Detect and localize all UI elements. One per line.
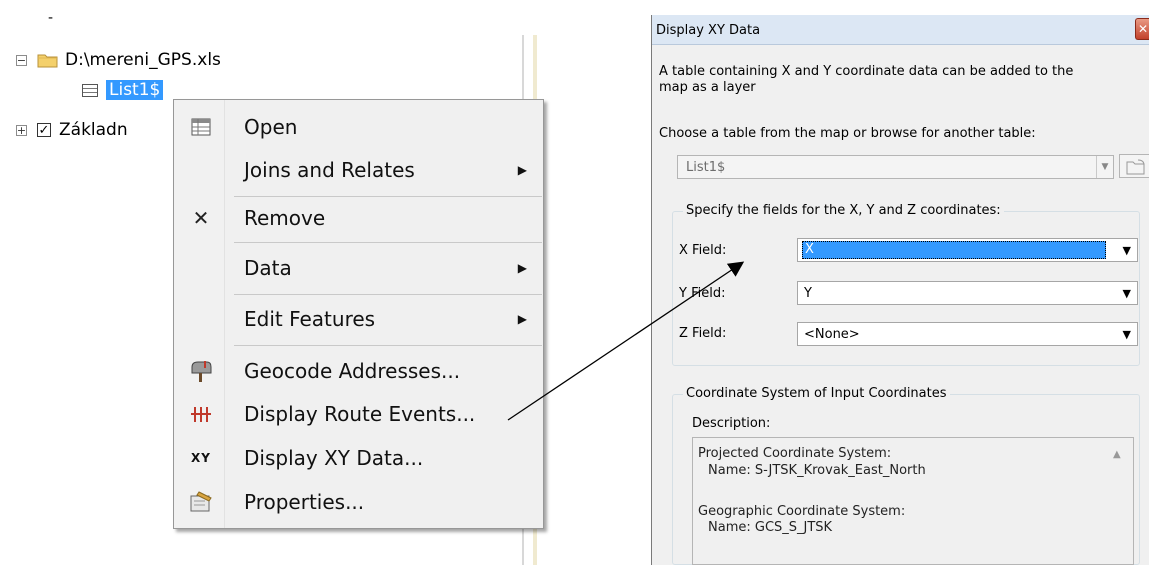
y-field-label: Y Field: (679, 286, 726, 301)
chevron-down-icon: ▼ (1122, 244, 1131, 257)
menu-item-label: Remove (244, 206, 326, 230)
browse-button[interactable] (1119, 154, 1149, 178)
z-field-label: Z Field: (679, 326, 727, 341)
layer-visibility-checkbox[interactable]: ✓ (37, 123, 51, 138)
dialog-title-bar[interactable]: Display XY Data ✕ (652, 15, 1149, 45)
menu-separator (234, 294, 542, 295)
menu-item-label: Joins and Relates (244, 158, 415, 182)
toc-item-label: Základn (59, 120, 128, 140)
table-icon (188, 114, 214, 140)
description-label: Description: (692, 416, 771, 431)
menu-item-label: Geocode Addresses... (244, 359, 461, 383)
toc-item-workbook[interactable]: − D:\mereni_GPS.xls (16, 48, 221, 72)
submenu-arrow-icon: ▶ (517, 163, 527, 177)
choose-table-label: Choose a table from the map or browse fo… (659, 126, 1036, 141)
table-select-value: List1$ (686, 159, 726, 175)
menu-item-route-events[interactable]: Display Route Events... (174, 392, 543, 436)
menu-item-display-xy[interactable]: XY Display XY Data... (174, 436, 543, 480)
toc-top-marker: - (48, 10, 54, 26)
menu-item-label: Properties... (244, 490, 365, 514)
toc-item-label-selected: List1$ (106, 80, 164, 100)
scroll-up-arrow-icon[interactable]: ▲ (1113, 449, 1121, 460)
properties-icon (188, 489, 214, 515)
menu-item-data[interactable]: Data ▶ (174, 246, 543, 290)
geographic-cs-name: Name: GCS_S_JTSK (708, 520, 833, 535)
menu-item-geocode[interactable]: Geocode Addresses... (174, 349, 543, 393)
route-events-icon (188, 401, 214, 427)
menu-item-label: Display XY Data... (244, 446, 424, 470)
submenu-arrow-icon: ▶ (517, 261, 527, 275)
x-field-value: X (802, 241, 1106, 259)
x-field-label: X Field: (679, 243, 727, 258)
toc-item-label: D:\mereni_GPS.xls (65, 50, 221, 70)
expand-icon[interactable]: + (16, 124, 27, 136)
coordinate-system-group-title: Coordinate System of Input Coordinates (683, 386, 950, 401)
menu-item-label: Display Route Events... (244, 402, 476, 426)
xy-data-icon: XY (191, 451, 211, 465)
chevron-down-icon: ▼ (1122, 328, 1131, 341)
chevron-down-icon: ▼ (1096, 156, 1113, 178)
table-icon (82, 83, 98, 97)
projected-cs-name: Name: S-JTSK_Krovak_East_North (708, 463, 926, 478)
z-field-select[interactable]: <None> ▼ (797, 322, 1138, 346)
menu-item-label: Data (244, 256, 292, 280)
geographic-cs-heading: Geographic Coordinate System: (698, 504, 906, 519)
menu-item-remove[interactable]: ✕ Remove (174, 196, 543, 240)
menu-item-open[interactable]: Open (174, 105, 543, 149)
menu-item-joins-relates[interactable]: Joins and Relates ▶ (174, 148, 543, 192)
menu-item-properties[interactable]: Properties... (174, 480, 543, 524)
menu-item-label: Edit Features (244, 307, 376, 331)
submenu-arrow-icon: ▶ (517, 312, 527, 326)
table-select[interactable]: List1$ ▼ (677, 155, 1114, 179)
dialog-title: Display XY Data (656, 23, 761, 38)
fields-group-title: Specify the fields for the X, Y and Z co… (683, 203, 1004, 218)
close-button[interactable]: ✕ (1135, 18, 1149, 40)
y-field-value: Y (804, 286, 812, 301)
context-menu: Open Joins and Relates ▶ ✕ Remove Data ▶… (173, 99, 544, 529)
folder-icon (37, 52, 59, 68)
dialog-intro-line1: A table containing X and Y coordinate da… (659, 64, 1074, 79)
toc-item-table[interactable]: List1$ (82, 78, 164, 102)
chevron-down-icon: ▼ (1122, 287, 1131, 300)
menu-item-label: Open (244, 115, 298, 139)
menu-separator (234, 345, 542, 346)
collapse-icon[interactable]: − (16, 54, 27, 66)
dialog-intro-line2: map as a layer (659, 80, 756, 95)
close-icon: ✕ (1137, 22, 1149, 36)
z-field-value: <None> (804, 327, 860, 342)
open-folder-icon (1126, 159, 1146, 179)
menu-item-edit-features[interactable]: Edit Features ▶ (174, 297, 543, 341)
geocode-mailbox-icon (188, 358, 214, 384)
menu-separator (234, 242, 542, 243)
projected-cs-heading: Projected Coordinate System: (698, 446, 892, 461)
remove-x-icon: ✕ (192, 206, 210, 230)
x-field-select[interactable]: X ▼ (797, 238, 1138, 262)
toc-item-layer[interactable]: + ✓ Základn (16, 118, 128, 142)
y-field-select[interactable]: Y ▼ (797, 281, 1138, 305)
